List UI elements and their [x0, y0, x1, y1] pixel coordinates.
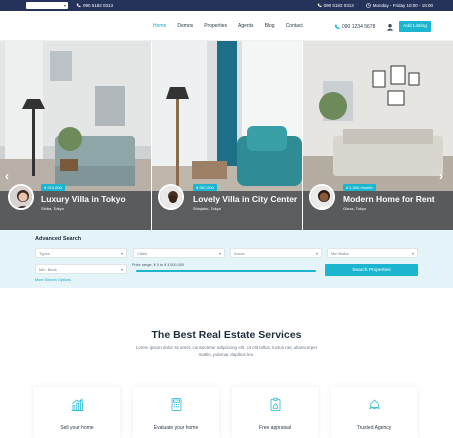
service-card-trusted[interactable]: Trusted Agency	[331, 387, 417, 438]
chevron-down-icon: ▾	[63, 3, 66, 8]
nav-item-agents[interactable]: Agents	[238, 23, 254, 29]
price-range-label: Price range: ¥ 0 to ¥ 3,500,000	[132, 263, 185, 267]
chevron-down-icon: ▾	[411, 251, 414, 256]
min-baths-select[interactable]: Min Baths ▾	[327, 248, 418, 258]
min-baths-select-value: Min Baths	[331, 251, 349, 256]
phone-icon	[317, 3, 322, 7]
slider-prev-arrow[interactable]: ‹	[5, 169, 9, 183]
nav-menu: Home Demos Properties Agents Blog Contac…	[153, 23, 303, 29]
service-card-evaluate[interactable]: Evaluate your home	[133, 387, 219, 438]
topbar-hours-text: Monday - Friday 10:00 - 18:00	[372, 2, 433, 8]
price-badge: ¥ 267,000	[193, 184, 217, 191]
areas-select-value: Areas	[234, 251, 245, 256]
nav-item-contact[interactable]: Contact	[286, 23, 303, 29]
chevron-down-icon: ▾	[120, 267, 123, 272]
phone-icon	[334, 24, 340, 29]
min-beds-select[interactable]: Min. Beds ▾	[35, 264, 127, 274]
price-badge: ¥ 1,000 /month	[343, 184, 376, 191]
search-properties-button[interactable]: Search Properties	[325, 264, 418, 276]
property-location: Shinjuku, Tokyo	[193, 206, 221, 211]
price-badge: ¥ 210,000	[41, 184, 65, 191]
calculator-icon	[171, 398, 182, 411]
services-desc-line-2: mattis, pulvinar dapibus leo.	[198, 351, 255, 357]
chevron-down-icon: ▾	[120, 251, 123, 256]
price-range-slider[interactable]	[136, 270, 316, 272]
slide-2[interactable]: ¥ 267,000 Lovely Villa in City Center Sh…	[152, 41, 302, 230]
main-navigation: Home Demos Properties Agents Blog Contac…	[0, 11, 453, 41]
topbar-phone-text: 090 5182 0313	[83, 2, 114, 8]
clock-icon	[365, 2, 371, 8]
agent-avatar[interactable]	[309, 184, 335, 210]
topbar-phone[interactable]: 090 5182 0313	[76, 3, 113, 8]
more-search-options-link[interactable]: More Search Options	[35, 278, 71, 282]
areas-select[interactable]: Areas ▾	[230, 248, 322, 258]
chevron-down-icon: ▾	[315, 251, 318, 256]
add-listing-button[interactable]: Add Listing	[399, 21, 431, 32]
nav-item-properties[interactable]: Properties	[204, 23, 227, 29]
search-heading: Advanced Search	[35, 236, 82, 242]
topbar-phone-right[interactable]: 090 5182 0313	[317, 3, 354, 8]
service-card-appraisal[interactable]: Free appraisal	[232, 387, 318, 438]
house-chart-icon	[71, 398, 84, 411]
property-location: Shiba, Tokyo	[41, 206, 64, 211]
agent-avatar[interactable]	[8, 184, 34, 210]
topbar-hours: Monday - Friday 10:00 - 18:00	[365, 2, 433, 8]
service-card-label: Trusted Agency	[356, 425, 392, 431]
nav-item-blog[interactable]: Blog	[265, 23, 275, 29]
services-desc-line-1: Lorem ipsum dolor sit amet, consectetur …	[135, 345, 318, 350]
slide-3[interactable]: ¥ 1,000 /month Modern Home for Rent Ginz…	[303, 41, 453, 230]
top-bar: ▾ 090 5182 0313 090 5182 0313 Monday - F…	[0, 0, 453, 11]
property-title[interactable]: Lovely Villa in City Center	[193, 194, 297, 204]
types-select-value: Types	[39, 251, 50, 256]
min-beds-select-value: Min. Beds	[39, 267, 57, 272]
agent-avatar[interactable]	[158, 184, 184, 210]
slider-next-arrow[interactable]: ›	[439, 169, 443, 183]
cities-select-value: Cities	[137, 251, 148, 256]
service-card-sell[interactable]: Sell your home	[34, 387, 120, 438]
nav-item-home[interactable]: Home	[153, 23, 166, 29]
advanced-search-panel: Advanced Search Types ▾ Cities ▾ Areas ▾ Mi…	[0, 230, 453, 288]
nav-phone-text: 090 1234 5678	[342, 24, 376, 30]
services-title: The Best Real Estate Services	[151, 329, 302, 341]
clipboard-house-icon	[270, 397, 281, 411]
property-location: Ginza, Tokyo	[343, 206, 367, 211]
handshake-house-icon	[369, 399, 380, 410]
user-icon[interactable]	[386, 23, 394, 31]
language-select[interactable]: ▾	[26, 2, 68, 9]
nav-item-demos[interactable]: Demos	[177, 23, 193, 29]
property-title[interactable]: Modern Home for Rent	[343, 194, 435, 204]
chevron-down-icon: ▾	[218, 251, 221, 256]
service-card-label: Sell your home	[60, 425, 94, 431]
slide-1[interactable]: ¥ 210,000 Luxury Villa in Tokyo Shiba, T…	[0, 41, 151, 230]
services-description: Lorem ipsum dolor sit amet, consectetur …	[120, 345, 333, 358]
phone-icon	[76, 3, 81, 7]
property-title[interactable]: Luxury Villa in Tokyo	[41, 194, 126, 204]
service-card-label: Free appraisal	[259, 425, 291, 431]
cities-select[interactable]: Cities ▾	[133, 248, 225, 258]
types-select[interactable]: Types ▾	[35, 248, 127, 258]
nav-phone[interactable]: 090 1234 5678	[334, 24, 375, 30]
topbar-phone2-text: 090 5182 0313	[323, 2, 354, 8]
property-slider: ¥ 210,000 Luxury Villa in Tokyo Shiba, T…	[0, 41, 453, 230]
service-card-label: Evaluate your home	[153, 425, 199, 431]
